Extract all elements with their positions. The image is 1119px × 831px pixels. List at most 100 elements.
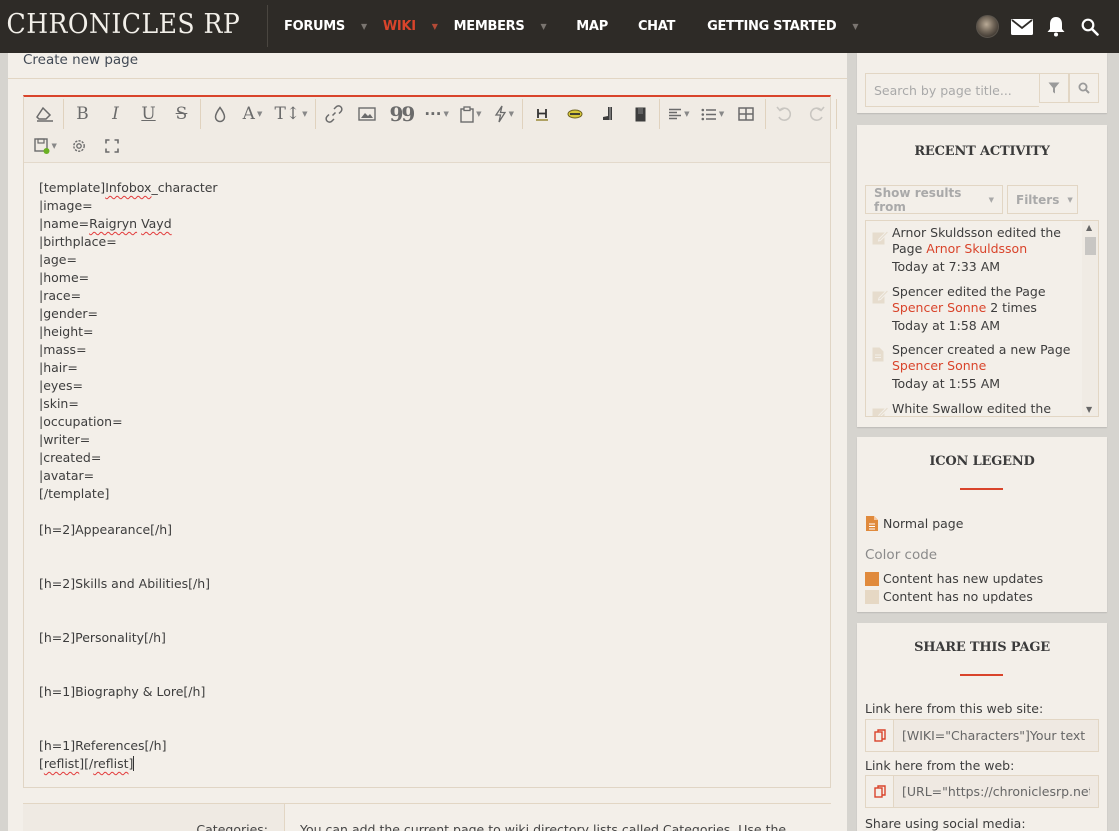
search-button[interactable]: [1069, 73, 1099, 103]
search-icon[interactable]: [1079, 16, 1101, 38]
nav-map[interactable]: MAP: [576, 0, 608, 53]
chevron-down-icon[interactable]: ▼: [852, 22, 858, 31]
activity-timestamp: Today at 1:55 AM: [892, 376, 1001, 391]
chevron-down-icon[interactable]: ▼: [540, 22, 546, 31]
strikethrough-button[interactable]: S: [168, 100, 196, 128]
nav-wiki[interactable]: WIKI ▼: [383, 0, 438, 53]
editor-line: |writer=: [39, 431, 819, 449]
italic-button[interactable]: I: [102, 100, 130, 128]
caret-down-icon: ▼: [51, 142, 57, 150]
misspelled-word: reflist: [93, 756, 129, 771]
nav-members[interactable]: MEMBERS ▼: [454, 0, 547, 53]
editor-text: [h=2]Appearance[/h]: [39, 522, 173, 537]
more-options-button[interactable]: ··· ▼: [421, 100, 452, 128]
editor-line: [h=2]Appearance[/h]: [39, 521, 819, 539]
editor-toolbar: B I U S A ▼ T↕ ▼ 99 ··· ▼ ▼ ▼ ▼ ▼ ▼: [24, 97, 837, 163]
strikethrough-icon: S: [175, 104, 188, 124]
envelope-icon[interactable]: [1011, 16, 1033, 38]
show-results-from-dropdown[interactable]: Show results from ▼: [865, 185, 1003, 214]
eraser-icon: [35, 106, 53, 122]
scroll-up-icon[interactable]: ▲: [1086, 223, 1092, 232]
editor-line: |occupation=: [39, 413, 819, 431]
scroll-thumb[interactable]: [1085, 237, 1096, 255]
text-color-button[interactable]: [206, 100, 234, 128]
toolbar-row-1: B I U S A ▼ T↕ ▼ 99 ··· ▼ ▼ ▼ ▼ ▼: [28, 99, 839, 129]
activity-item: Arnor Skuldsson edited the Page Arnor Sk…: [866, 225, 1084, 275]
align-button[interactable]: ▼: [665, 100, 693, 128]
scroll-down-icon[interactable]: ▼: [1086, 405, 1092, 414]
activity-feed[interactable]: Arnor Skuldsson edited the Page Arnor Sk…: [865, 220, 1099, 417]
share-site-input[interactable]: [894, 720, 1098, 751]
bolt-icon: [494, 105, 506, 123]
caret-down-icon: ▼: [988, 195, 994, 204]
storage-button[interactable]: [627, 100, 655, 128]
editor-text: |image=: [39, 198, 93, 213]
chevron-down-icon[interactable]: ▼: [361, 22, 367, 31]
title-underline: [960, 674, 1003, 676]
copy-icon: [873, 785, 886, 798]
editor-content[interactable]: [template]Infobox_character |image= |name=…: [39, 179, 819, 773]
insert-link-button[interactable]: [320, 100, 348, 128]
droplet-icon: [214, 105, 225, 122]
boot-icon: [602, 107, 612, 120]
font-family-button[interactable]: A ▼: [239, 100, 267, 128]
page-title-search-input[interactable]: [865, 73, 1039, 107]
redo-button[interactable]: [803, 100, 831, 128]
show-results-label: Show results from: [874, 185, 962, 214]
chevron-down-icon[interactable]: ▼: [432, 22, 438, 31]
activity-page-link[interactable]: Arnor Skuldsson: [926, 241, 1027, 256]
nav-chat[interactable]: CHAT: [638, 0, 675, 53]
nav-getting-started[interactable]: GETTING STARTED ▼: [707, 0, 858, 53]
activity-page-link[interactable]: White Swallow: [926, 417, 1017, 418]
insert-image-button[interactable]: [353, 100, 381, 128]
avatar[interactable]: [976, 15, 999, 38]
font-size-button[interactable]: T↕ ▼: [272, 100, 311, 128]
underline-button[interactable]: U: [135, 100, 163, 128]
filters-dropdown[interactable]: Filters ▼: [1007, 185, 1078, 214]
caret-down-icon: ▼: [508, 110, 515, 118]
nav-forums[interactable]: FORUMS ▼: [284, 0, 367, 53]
activity-page-link[interactable]: Spencer Sonne: [892, 300, 986, 315]
editor-line: [h=1]References[/h]: [39, 737, 819, 755]
editor-line: |gender=: [39, 305, 819, 323]
bold-button[interactable]: B: [69, 100, 97, 128]
boot-button[interactable]: [594, 100, 622, 128]
share-web-input[interactable]: [894, 776, 1098, 807]
filter-button[interactable]: [1039, 73, 1069, 103]
copy-site-link-button[interactable]: [866, 720, 894, 751]
fullscreen-button[interactable]: [98, 132, 126, 160]
share-page-title: SHARE THIS PAGE: [914, 640, 1050, 655]
remove-format-button[interactable]: [31, 100, 59, 128]
caret-down-icon: ▼: [1067, 195, 1073, 204]
toolbar-separator: [200, 99, 201, 129]
settings-button[interactable]: [65, 132, 93, 160]
list-button[interactable]: ▼: [698, 100, 727, 128]
editor-text: |hair=: [39, 360, 78, 375]
site-logo[interactable]: CHRONICLES RP: [0, 0, 247, 53]
editor-line: |home=: [39, 269, 819, 287]
edit-icon: [872, 288, 890, 308]
edit-icon: [872, 405, 890, 416]
copy-web-link-button[interactable]: [866, 776, 894, 807]
bell-icon[interactable]: [1045, 16, 1067, 38]
color-code-label: Color code: [865, 547, 938, 563]
storage-icon: [635, 107, 646, 121]
nav-members-label: MEMBERS: [453, 19, 525, 34]
paste-button[interactable]: ▼: [457, 100, 485, 128]
drafts-button[interactable]: ▼: [31, 132, 60, 160]
editor-text: [h=1]References[/h]: [39, 738, 167, 753]
activity-scrollbar[interactable]: ▲ ▼: [1082, 221, 1098, 416]
quote-button[interactable]: 99: [386, 100, 416, 128]
heading-button[interactable]: [528, 100, 556, 128]
quote-icon: 99: [389, 102, 415, 126]
insert-button[interactable]: ▼: [490, 100, 518, 128]
search-icon: [1078, 82, 1090, 94]
insert-table-button[interactable]: [732, 100, 760, 128]
activity-text: 2 times: [1017, 417, 1068, 418]
undo-button[interactable]: [770, 100, 798, 128]
activity-page-link[interactable]: Spencer Sonne: [892, 358, 986, 373]
chain-link-button[interactable]: [561, 100, 589, 128]
